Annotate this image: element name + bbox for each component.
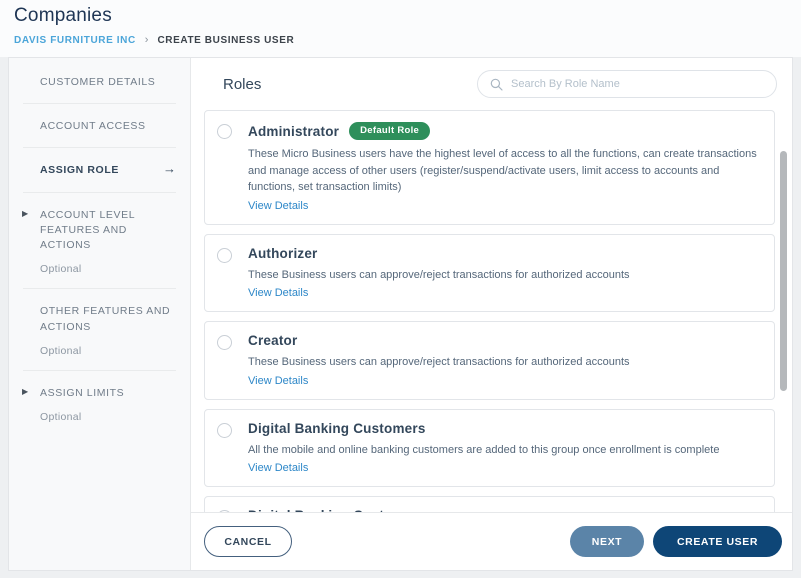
- breadcrumb-separator-icon: ›: [145, 34, 149, 46]
- role-card-creator: Creator These Business users can approve…: [204, 321, 775, 400]
- role-body: Creator These Business users can approve…: [248, 333, 760, 389]
- role-radio[interactable]: [217, 510, 232, 512]
- breadcrumb-parent-link[interactable]: DAVIS FURNITURE INC: [14, 35, 136, 46]
- breadcrumb-current: CREATE BUSINESS USER: [157, 35, 294, 46]
- view-details-link[interactable]: View Details: [248, 287, 308, 299]
- role-card-digital-banking-customers-2: Digital Banking Customers All the mobile…: [204, 496, 775, 512]
- scrollbar-thumb[interactable]: [780, 151, 787, 391]
- role-body: Administrator Default Role These Micro B…: [248, 122, 760, 214]
- sidebar-item-optional-tag: Optional: [40, 411, 178, 423]
- create-user-button[interactable]: CREATE USER: [653, 526, 782, 557]
- breadcrumb: DAVIS FURNITURE INC › CREATE BUSINESS US…: [14, 34, 787, 46]
- search-input[interactable]: [511, 78, 764, 90]
- sidebar-item-assign-role[interactable]: ASSIGN ROLE →: [9, 148, 190, 191]
- sidebar-item-label: OTHER FEATURES AND ACTIONS: [40, 304, 172, 334]
- sidebar-item-account-access[interactable]: ACCOUNT ACCESS: [9, 104, 190, 147]
- next-button[interactable]: NEXT: [570, 526, 644, 557]
- sidebar-item-label: ASSIGN ROLE: [40, 163, 172, 178]
- top-header: Companies DAVIS FURNITURE INC › CREATE B…: [0, 0, 801, 57]
- roles-header: Roles: [191, 58, 792, 109]
- view-details-link[interactable]: View Details: [248, 462, 308, 474]
- sidebar-item-assign-limits[interactable]: ▶ ASSIGN LIMITS Optional: [9, 371, 190, 436]
- role-description: These Micro Business users have the high…: [248, 146, 760, 196]
- role-name: Digital Banking Customers: [248, 508, 426, 512]
- role-description: These Business users can approve/reject …: [248, 354, 760, 371]
- wizard-footer: CANCEL NEXT CREATE USER: [191, 512, 792, 570]
- create-user-panel: CUSTOMER DETAILS ACCOUNT ACCESS ASSIGN R…: [8, 57, 793, 571]
- role-radio[interactable]: [217, 248, 232, 263]
- page-title: Companies: [14, 5, 787, 27]
- role-description: All the mobile and online banking custom…: [248, 442, 760, 459]
- sidebar-item-optional-tag: Optional: [40, 345, 178, 357]
- sidebar-item-label: ACCOUNT LEVEL FEATURES AND ACTIONS: [40, 208, 172, 254]
- role-body: Digital Banking Customers All the mobile…: [248, 421, 760, 477]
- view-details-link[interactable]: View Details: [248, 375, 308, 387]
- sidebar-item-account-level-features[interactable]: ▶ ACCOUNT LEVEL FEATURES AND ACTIONS Opt…: [9, 193, 190, 289]
- role-name: Authorizer: [248, 246, 318, 261]
- sidebar-item-label: ACCOUNT ACCESS: [40, 119, 172, 134]
- role-radio[interactable]: [217, 335, 232, 350]
- role-card-digital-banking-customers-1: Digital Banking Customers All the mobile…: [204, 409, 775, 488]
- footer-actions: NEXT CREATE USER: [570, 526, 782, 557]
- role-name: Creator: [248, 333, 297, 348]
- active-step-arrow-icon: →: [163, 161, 176, 176]
- sidebar-item-optional-tag: Optional: [40, 263, 178, 275]
- expand-triangle-icon[interactable]: ▶: [22, 387, 28, 396]
- role-body: Authorizer These Business users can appr…: [248, 246, 760, 302]
- roles-heading: Roles: [223, 76, 261, 93]
- wizard-steps-sidebar: CUSTOMER DETAILS ACCOUNT ACCESS ASSIGN R…: [9, 58, 191, 570]
- role-card-administrator: Administrator Default Role These Micro B…: [204, 110, 775, 225]
- role-radio[interactable]: [217, 124, 232, 139]
- sidebar-item-customer-details[interactable]: CUSTOMER DETAILS: [9, 60, 190, 103]
- role-body: Digital Banking Customers All the mobile…: [248, 508, 760, 512]
- role-name: Digital Banking Customers: [248, 421, 426, 436]
- search-icon: [490, 78, 503, 91]
- sidebar-item-label: CUSTOMER DETAILS: [40, 75, 172, 90]
- roles-main-area: Roles Administrator Default Role Thes: [191, 58, 792, 570]
- role-radio[interactable]: [217, 423, 232, 438]
- sidebar-item-other-features[interactable]: OTHER FEATURES AND ACTIONS Optional: [9, 289, 190, 369]
- role-card-authorizer: Authorizer These Business users can appr…: [204, 234, 775, 313]
- sidebar-item-label: ASSIGN LIMITS: [40, 386, 172, 401]
- expand-triangle-icon[interactable]: ▶: [22, 209, 28, 218]
- cancel-button[interactable]: CANCEL: [204, 526, 292, 557]
- view-details-link[interactable]: View Details: [248, 200, 308, 212]
- role-search-box[interactable]: [477, 70, 777, 98]
- role-name: Administrator: [248, 124, 339, 139]
- default-role-badge: Default Role: [349, 122, 430, 140]
- role-description: These Business users can approve/reject …: [248, 267, 760, 284]
- roles-list: Administrator Default Role These Micro B…: [191, 109, 792, 512]
